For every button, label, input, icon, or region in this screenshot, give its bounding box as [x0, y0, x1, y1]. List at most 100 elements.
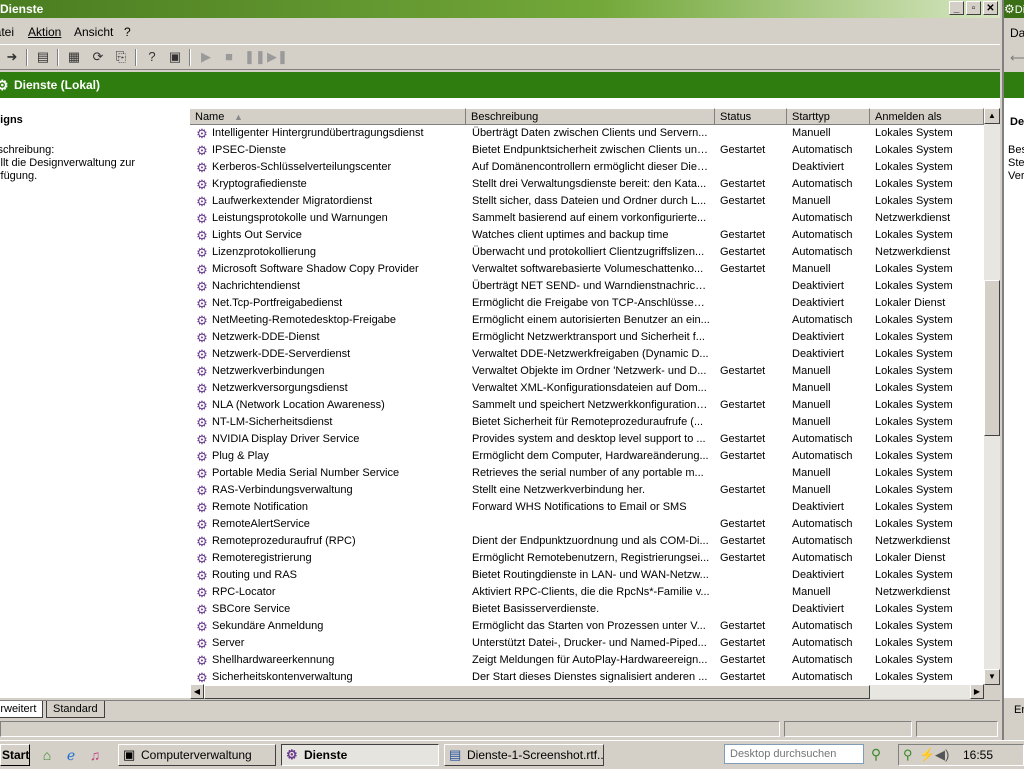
col-starttype-header[interactable]: Starttyp [787, 108, 870, 125]
table-row[interactable]: ⚙ Laufwerkextender Migratordienst Stellt s… [190, 193, 984, 210]
table-row[interactable]: ⚙ RAS-Verbindungsverwaltung Stellt eine Ne… [190, 482, 984, 499]
service-gear-icon: ⚙ [196, 228, 208, 243]
table-row[interactable]: ⚙ Microsoft Software Shadow Copy Provider… [190, 261, 984, 278]
table-row[interactable]: ⚙ NetMeeting-Remotedesktop-Freigabe Ermögl… [190, 312, 984, 329]
pause-service-icon[interactable]: ❚❚ [244, 49, 266, 65]
second-window-tab[interactable]: Er [1014, 704, 1024, 716]
horizontal-scroll-thumb[interactable] [204, 685, 870, 699]
tab-erweitert[interactable]: Erweitert [0, 701, 44, 718]
table-row[interactable]: ⚙ Remoteregistrierung Ermöglicht Remoteben… [190, 550, 984, 567]
menu-aktion[interactable]: Aktion [28, 25, 61, 39]
table-row[interactable]: ⚙ Intelligenter Hintergrundübertragungsdi… [190, 125, 984, 142]
show-hide-tree-icon[interactable]: ▤ [35, 49, 51, 65]
task-dienste[interactable]: ⚙ Dienste [281, 744, 439, 766]
minimize-button[interactable]: _ [949, 1, 964, 15]
service-gear-icon: ⚙ [196, 500, 208, 515]
service-description: Bietet Endpunktsicherheit zwischen Clien… [472, 144, 710, 156]
service-starttype: Manuell [792, 399, 831, 411]
col-description-header[interactable]: Beschreibung [466, 108, 715, 125]
search-icon[interactable]: ⚲ [866, 744, 886, 764]
table-row[interactable]: ⚙ Lights Out Service Watches client uptime… [190, 227, 984, 244]
col-name-header[interactable]: Name ▲ [190, 108, 466, 125]
table-row[interactable]: ⚙ Leistungsprotokolle und Warnungen Sammel… [190, 210, 984, 227]
table-row[interactable]: ⚙ Remoteprozeduraufruf (RPC) Dient der End… [190, 533, 984, 550]
start-service-icon[interactable]: ▶ [198, 49, 214, 65]
table-row[interactable]: ⚙ Netzwerk-DDE-Serverdienst Verwaltet DDE-… [190, 346, 984, 363]
col-status-header[interactable]: Status [715, 108, 787, 125]
stop-service-icon[interactable]: ■ [221, 49, 237, 65]
start-button[interactable]: Start [0, 744, 30, 766]
table-row[interactable]: ⚙ IPSEC-Dienste Bietet Endpunktsicherheit … [190, 142, 984, 159]
scroll-down-button[interactable]: ▼ [984, 669, 1000, 685]
table-row[interactable]: ⚙ Netzwerkversorgungsdienst Verwaltet XML-… [190, 380, 984, 397]
service-status: Gestartet [720, 178, 766, 190]
menu-ansicht[interactable]: Ansicht [74, 25, 113, 39]
service-status: Gestartet [720, 263, 766, 275]
table-row[interactable]: ⚙ NVIDIA Display Driver Service Provides s… [190, 431, 984, 448]
scroll-right-button[interactable]: ▶ [970, 684, 984, 699]
task-screenshot-rtf[interactable]: ▤ Dienste-1-Screenshot.rtf... [444, 744, 604, 766]
table-row[interactable]: ⚙ Netzwerkverbindungen Verwaltet Objekte i… [190, 363, 984, 380]
restart-service-icon[interactable]: ▶❚ [267, 49, 288, 65]
quicklaunch-ie-icon[interactable]: ℯ [62, 746, 80, 764]
console-icon[interactable]: ▣ [167, 49, 183, 65]
tray-search-icon[interactable]: ⚲ [903, 747, 913, 763]
desktop-search-input[interactable] [724, 744, 864, 764]
second-window-menu[interactable]: Da [1010, 26, 1024, 40]
table-row[interactable]: ⚙ Portable Media Serial Number Service Ret… [190, 465, 984, 482]
vertical-scrollbar[interactable]: ▲ ▼ [984, 108, 1000, 685]
table-row[interactable]: ⚙ Netzwerk-DDE-Dienst Ermöglicht Netzwerkt… [190, 329, 984, 346]
tray-volume-icon[interactable]: ◀) [935, 747, 949, 763]
table-row[interactable]: ⚙ Remote Notification Forward WHS Notifica… [190, 499, 984, 516]
service-gear-icon: ⚙ [196, 177, 208, 192]
vertical-scroll-thumb[interactable] [984, 280, 1000, 436]
table-row[interactable]: ⚙ NLA (Network Location Awareness) Sammelt… [190, 397, 984, 414]
table-row[interactable]: ⚙ Lizenzprotokollierung Überwacht und prot… [190, 244, 984, 261]
restore-button[interactable]: ▫ [966, 1, 981, 15]
table-row[interactable]: ⚙ RPC-Locator Aktiviert RPC-Clients, die d… [190, 584, 984, 601]
menu-datei[interactable]: Datei [0, 25, 14, 39]
tab-standard[interactable]: Standard [46, 701, 105, 718]
menu-help[interactable]: ? [124, 25, 131, 39]
table-row[interactable]: ⚙ Net.Tcp-Portfreigabedienst Ermöglicht di… [190, 295, 984, 312]
service-description: Retrieves the serial number of any porta… [472, 467, 704, 479]
service-name: Remote Notification [212, 501, 308, 513]
forward-arrow-icon[interactable]: ➜ [4, 49, 20, 65]
service-name: RAS-Verbindungsverwaltung [212, 484, 353, 496]
table-row[interactable]: ⚙ Nachrichtendienst Überträgt NET SEND- un… [190, 278, 984, 295]
table-row[interactable]: ⚙ Sicherheitskontenverwaltung Der Start di… [190, 669, 984, 685]
table-row[interactable]: ⚙ Kryptografiedienste Stellt drei Verwaltu… [190, 176, 984, 193]
table-row[interactable]: ⚙ Kerberos-Schlüsselverteilungscenter Auf … [190, 159, 984, 176]
quicklaunch-media-icon[interactable]: ♫ [86, 746, 104, 764]
table-row[interactable]: ⚙ Shellhardwareerkennung Zeigt Meldungen f… [190, 652, 984, 669]
refresh-icon[interactable]: ⟳ [90, 49, 106, 65]
horizontal-scrollbar[interactable]: ◀ ▶ [190, 684, 984, 699]
quicklaunch-desktop-icon[interactable]: ⌂ [38, 746, 56, 764]
help-icon[interactable]: ? [144, 49, 160, 65]
service-starttype: Automatisch [792, 671, 853, 683]
service-name: Plug & Play [212, 450, 269, 462]
col-logon-header[interactable]: Anmelden als [870, 108, 984, 125]
service-description: Überwacht und protokolliert Clientzugrif… [472, 246, 705, 258]
table-row[interactable]: ⚙ Sekundäre Anmeldung Ermöglicht das Start… [190, 618, 984, 635]
properties-icon[interactable]: ▦ [66, 49, 82, 65]
scroll-left-button[interactable]: ◀ [190, 684, 204, 699]
table-row[interactable]: ⚙ SBCore Service Bietet Basisserverdienste… [190, 601, 984, 618]
second-window-back-icon[interactable]: ⟵ [1010, 50, 1024, 66]
table-row[interactable]: ⚙ NT-LM-Sicherheitsdienst Bietet Sicherhei… [190, 414, 984, 431]
service-status: Gestartet [720, 144, 766, 156]
close-button[interactable]: ✕ [983, 1, 998, 15]
service-logon: Lokales System [875, 637, 953, 649]
second-window-title[interactable]: ⚙Dienste [1004, 0, 1024, 18]
service-gear-icon: ⚙ [196, 636, 208, 651]
export-list-icon[interactable]: ⎘ [113, 49, 129, 65]
table-row[interactable]: ⚙ RemoteAlertService Gestartet Automatisch L… [190, 516, 984, 533]
table-row[interactable]: ⚙ Plug & Play Ermöglicht dem Computer, Har… [190, 448, 984, 465]
scroll-up-button[interactable]: ▲ [984, 108, 1000, 124]
task-computerverwaltung[interactable]: ▣ Computerverwaltung [118, 744, 276, 766]
tray-network-icon[interactable]: ⚡ [919, 747, 935, 763]
table-row[interactable]: ⚙ Routing und RAS Bietet Routingdienste in… [190, 567, 984, 584]
service-gear-icon: ⚙ [196, 619, 208, 634]
second-window-line-2: Stel [1008, 157, 1024, 169]
table-row[interactable]: ⚙ Server Unterstützt Datei-, Drucker- und … [190, 635, 984, 652]
